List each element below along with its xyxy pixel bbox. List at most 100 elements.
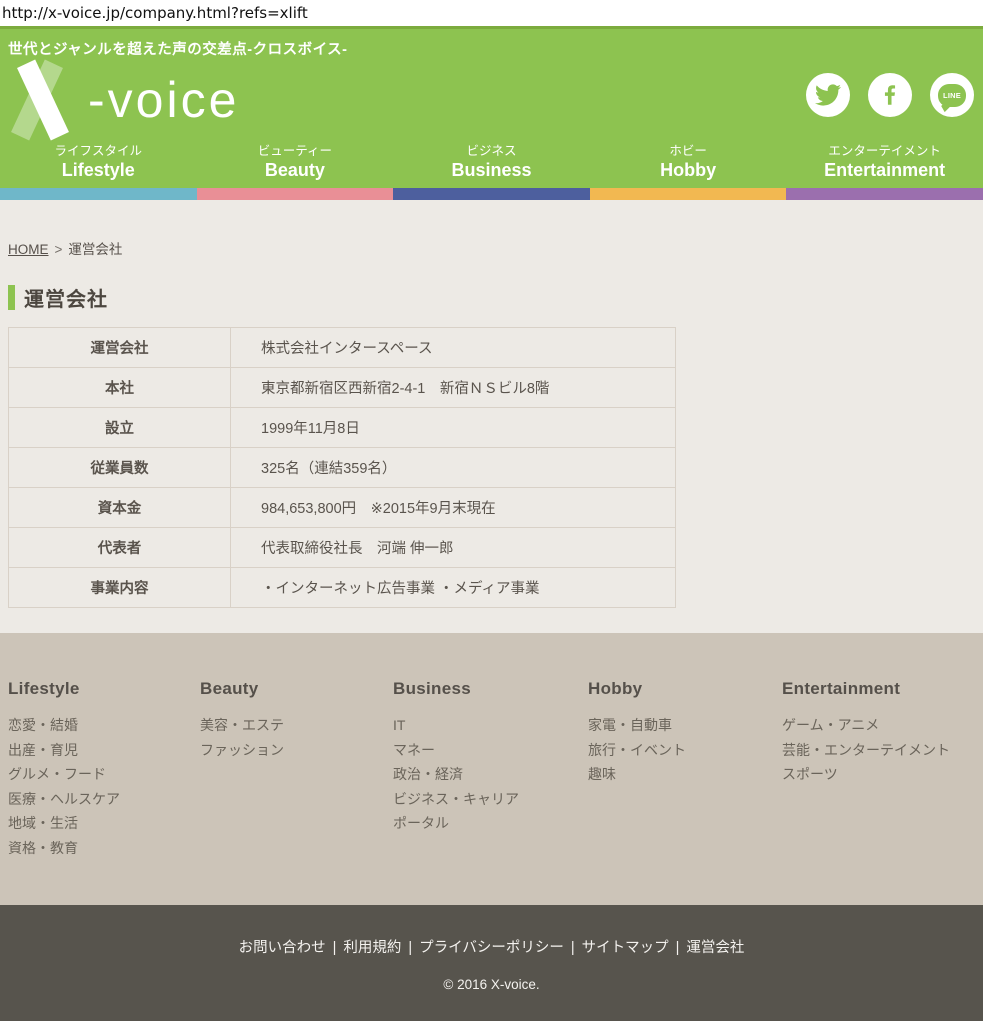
nav-label-en: Hobby	[590, 159, 787, 181]
footer-column-title: Beauty	[200, 679, 393, 699]
nav-label-en: Business	[393, 159, 590, 181]
footer-link[interactable]: 恋愛・結婚	[8, 713, 200, 738]
footer-link[interactable]: 政治・経済	[393, 762, 588, 787]
legal-separator: |	[333, 940, 337, 956]
footer-column-lifestyle: Lifestyle 恋愛・結婚 出産・育児 グルメ・フード 医療・ヘルスケア 地…	[8, 679, 200, 905]
footer-column-title: Entertainment	[782, 679, 950, 699]
table-row: 事業内容 ・インターネット広告事業 ・メディア事業	[9, 568, 676, 608]
footer-column-title: Lifestyle	[8, 679, 200, 699]
browser-url-text[interactable]: http://x-voice.jp/company.html?refs=xlif…	[0, 0, 983, 26]
footer-link[interactable]: ポータル	[393, 811, 588, 836]
nav-item-lifestyle[interactable]: ライフスタイル Lifestyle	[0, 143, 197, 188]
footer-link[interactable]: 旅行・イベント	[588, 738, 782, 763]
footer-link[interactable]: スポーツ	[782, 762, 950, 787]
table-row: 代表者 代表取締役社長 河端 伸一郎	[9, 528, 676, 568]
line-label: LINE	[943, 91, 961, 100]
row-label: 運営会社	[9, 328, 231, 368]
nav-label-jp: ビジネス	[393, 143, 590, 159]
logo-text: -voice	[88, 65, 239, 135]
main-nav: ライフスタイル Lifestyle ビューティー Beauty ビジネス Bus…	[0, 143, 983, 188]
footer-link[interactable]: マネー	[393, 738, 588, 763]
logo-x-icon	[8, 64, 86, 136]
legal-separator: |	[676, 940, 680, 956]
row-label: 代表者	[9, 528, 231, 568]
breadcrumb: HOME > 運営会社	[8, 238, 975, 258]
footer-link[interactable]: IT	[393, 713, 588, 738]
stripe-entertainment	[786, 188, 983, 200]
nav-label-jp: ビューティー	[197, 143, 394, 159]
row-value: ・インターネット広告事業 ・メディア事業	[231, 568, 676, 608]
legal-link-terms[interactable]: 利用規約	[343, 940, 401, 956]
site-logo[interactable]: -voice	[8, 63, 239, 137]
nav-item-business[interactable]: ビジネス Business	[393, 143, 590, 188]
nav-label-jp: ライフスタイル	[0, 143, 197, 159]
footer-link[interactable]: 趣味	[588, 762, 782, 787]
row-value: 株式会社インタースペース	[231, 328, 676, 368]
row-label: 従業員数	[9, 448, 231, 488]
title-accent-bar	[8, 285, 15, 310]
breadcrumb-separator: >	[55, 242, 63, 257]
stripe-business	[393, 188, 590, 200]
table-row: 本社 東京都新宿区西新宿2-4-1 新宿ＮＳビル8階	[9, 368, 676, 408]
nav-label-en: Lifestyle	[0, 159, 197, 181]
row-label: 事業内容	[9, 568, 231, 608]
row-label: 本社	[9, 368, 231, 408]
facebook-icon[interactable]	[868, 73, 912, 117]
footer-link[interactable]: グルメ・フード	[8, 762, 200, 787]
footer-link[interactable]: 医療・ヘルスケア	[8, 787, 200, 812]
nav-label-jp: ホビー	[590, 143, 787, 159]
page-title-text: 運営会社	[24, 283, 108, 312]
social-links: LINE	[806, 73, 974, 117]
legal-separator: |	[571, 940, 575, 956]
line-bubble-icon: LINE	[938, 84, 966, 107]
legal-separator: |	[408, 940, 412, 956]
category-color-stripe	[0, 188, 983, 200]
nav-item-hobby[interactable]: ホビー Hobby	[590, 143, 787, 188]
footer-link[interactable]: 家電・自動車	[588, 713, 782, 738]
breadcrumb-current: 運営会社	[68, 242, 122, 257]
footer-column-business: Business IT マネー 政治・経済 ビジネス・キャリア ポータル	[393, 679, 588, 905]
footer-link[interactable]: ファッション	[200, 738, 393, 763]
footer-link[interactable]: 芸能・エンターテイメント	[782, 738, 950, 763]
footer-column-hobby: Hobby 家電・自動車 旅行・イベント 趣味	[588, 679, 782, 905]
row-label: 資本金	[9, 488, 231, 528]
line-icon[interactable]: LINE	[930, 73, 974, 117]
footer-column-entertainment: Entertainment ゲーム・アニメ 芸能・エンターテイメント スポーツ	[782, 679, 950, 905]
row-label: 設立	[9, 408, 231, 448]
site-header: 世代とジャンルを超えた声の交差点-クロスボイス- -voice LINE	[0, 26, 983, 188]
breadcrumb-home-link[interactable]: HOME	[8, 242, 49, 257]
legal-links: お問い合わせ | 利用規約 | プライバシーポリシー | サイトマップ | 運営会社	[0, 936, 983, 957]
row-value: 代表取締役社長 河端 伸一郎	[231, 528, 676, 568]
nav-label-jp: エンターテイメント	[786, 143, 983, 159]
stripe-beauty	[197, 188, 394, 200]
footer-legal: お問い合わせ|利用規約|プライバシーポリシー|サイトマップ|運営会社 © 201…	[0, 905, 983, 1021]
site-tagline: 世代とジャンルを超えた声の交差点-クロスボイス-	[0, 29, 983, 59]
nav-label-en: Entertainment	[786, 159, 983, 181]
footer-link[interactable]: ビジネス・キャリア	[393, 787, 588, 812]
footer-link[interactable]: 地域・生活	[8, 811, 200, 836]
footer-link[interactable]: ゲーム・アニメ	[782, 713, 950, 738]
twitter-icon[interactable]	[806, 73, 850, 117]
footer-link[interactable]: 資格・教育	[8, 836, 200, 861]
legal-link-privacy[interactable]: プライバシーポリシー	[419, 940, 564, 956]
row-value: 984,653,800円 ※2015年9月末現在	[231, 488, 676, 528]
table-row: 資本金 984,653,800円 ※2015年9月末現在	[9, 488, 676, 528]
table-row: 設立 1999年11月8日	[9, 408, 676, 448]
row-value: 東京都新宿区西新宿2-4-1 新宿ＮＳビル8階	[231, 368, 676, 408]
main-content: HOME > 運営会社 運営会社 運営会社 株式会社インタースペース 本社 東京都新…	[0, 200, 983, 633]
footer-category-nav: Lifestyle 恋愛・結婚 出産・育児 グルメ・フード 医療・ヘルスケア 地…	[0, 633, 983, 905]
page-title: 運営会社	[8, 283, 975, 312]
nav-item-entertainment[interactable]: エンターテイメント Entertainment	[786, 143, 983, 188]
legal-link-company[interactable]: 運営会社	[686, 940, 744, 956]
legal-link-contact[interactable]: お問い合わせ	[239, 940, 326, 956]
legal-link-sitemap[interactable]: サイトマップ	[582, 940, 669, 956]
nav-item-beauty[interactable]: ビューティー Beauty	[197, 143, 394, 188]
footer-link[interactable]: 出産・育児	[8, 738, 200, 763]
footer-link[interactable]: 美容・エステ	[200, 713, 393, 738]
footer-column-beauty: Beauty 美容・エステ ファッション	[200, 679, 393, 905]
table-row: 従業員数 325名（連結359名）	[9, 448, 676, 488]
company-info-table: 運営会社 株式会社インタースペース 本社 東京都新宿区西新宿2-4-1 新宿ＮＳ…	[8, 327, 676, 608]
row-value: 325名（連結359名）	[231, 448, 676, 488]
nav-label-en: Beauty	[197, 159, 394, 181]
stripe-hobby	[590, 188, 787, 200]
